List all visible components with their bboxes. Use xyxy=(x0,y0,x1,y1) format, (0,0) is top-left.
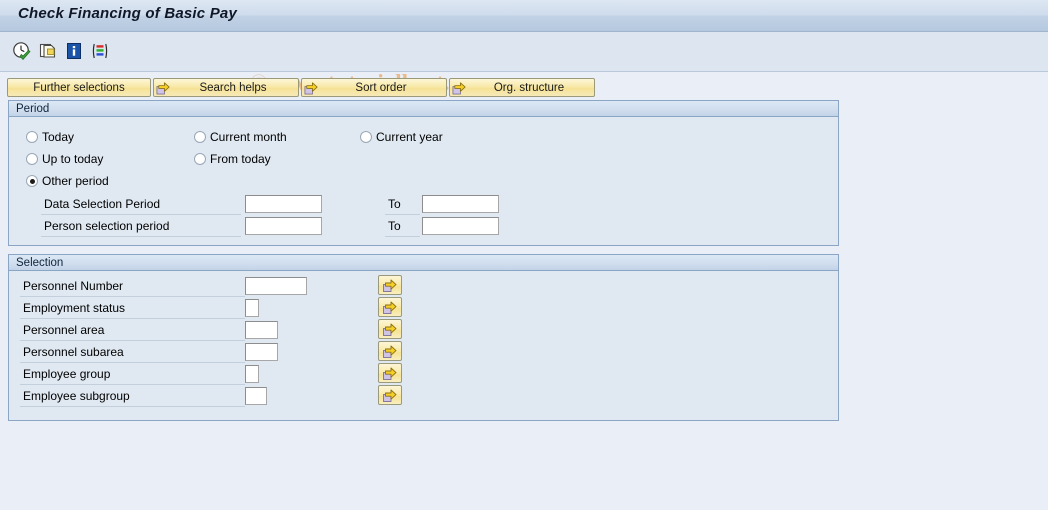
info-icon[interactable] xyxy=(64,41,84,61)
employee-group-input[interactable] xyxy=(245,365,259,383)
radio-current-month[interactable]: Current month xyxy=(194,130,287,144)
selection-toolbar-buttons: Further selections Search helps Sort ord… xyxy=(7,78,595,97)
radio-from-today-label: From today xyxy=(210,152,271,166)
personnel-area-label: Personnel area xyxy=(23,323,105,337)
person-selection-period-underline xyxy=(41,236,241,237)
radio-up-to-today[interactable]: Up to today xyxy=(26,152,103,166)
person-selection-period-label: Person selection period xyxy=(44,219,170,233)
yellow-arrow-icon xyxy=(383,345,397,358)
radio-today[interactable]: Today xyxy=(26,130,74,144)
data-selection-period-underline xyxy=(41,214,241,215)
personnel-number-input[interactable] xyxy=(245,277,307,295)
execute-clock-icon[interactable] xyxy=(12,41,32,61)
data-selection-period-to-input[interactable] xyxy=(422,195,499,213)
employee-subgroup-underline xyxy=(20,406,245,407)
to-underline-2 xyxy=(385,236,420,237)
yellow-arrow-icon xyxy=(383,279,397,292)
window-title-bar: Check Financing of Basic Pay xyxy=(0,0,1048,32)
further-selections-label: Further selections xyxy=(33,81,125,94)
sap-selection-screen: Check Financing of Basic Pay Further sel… xyxy=(0,0,1048,510)
application-toolbar: © www.tutorialkart.com xyxy=(0,32,1048,95)
person-selection-period-from-input[interactable] xyxy=(245,217,322,235)
multiple-selection-icon[interactable] xyxy=(90,41,110,61)
personnel-number-multi-select-button[interactable] xyxy=(378,275,402,295)
person-selection-period-to-label: To xyxy=(388,219,401,233)
period-group-box: Period Today Current month Current year … xyxy=(8,100,839,246)
yellow-arrow-icon xyxy=(383,389,397,402)
org-structure-button[interactable]: Org. structure xyxy=(449,78,595,97)
radio-current-year[interactable]: Current year xyxy=(360,130,443,144)
personnel-subarea-label: Personnel subarea xyxy=(23,345,124,359)
radio-current-year-control[interactable] xyxy=(360,131,372,143)
sort-order-label: Sort order xyxy=(355,81,407,94)
employee-group-label: Employee group xyxy=(23,367,111,381)
radio-current-year-label: Current year xyxy=(376,130,443,144)
yellow-arrow-icon xyxy=(383,301,397,314)
radio-current-month-control[interactable] xyxy=(194,131,206,143)
employee-subgroup-input[interactable] xyxy=(245,387,267,405)
yellow-arrow-icon xyxy=(156,82,170,95)
yellow-arrow-icon xyxy=(452,82,466,95)
yellow-arrow-icon xyxy=(304,82,318,95)
radio-current-month-label: Current month xyxy=(210,130,287,144)
selection-group-box: Selection Personnel Number Employment st… xyxy=(8,254,839,421)
employment-status-label: Employment status xyxy=(23,301,126,315)
yellow-arrow-icon xyxy=(383,367,397,380)
selection-group-header: Selection xyxy=(9,255,838,271)
radio-other-period[interactable]: Other period xyxy=(26,174,109,188)
personnel-area-underline xyxy=(20,340,245,341)
search-helps-button[interactable]: Search helps xyxy=(153,78,299,97)
employee-subgroup-label: Employee subgroup xyxy=(23,389,130,403)
employee-group-multi-select-button[interactable] xyxy=(378,363,402,383)
radio-from-today[interactable]: From today xyxy=(194,152,271,166)
personnel-subarea-underline xyxy=(20,362,245,363)
search-helps-label: Search helps xyxy=(199,81,267,94)
yellow-arrow-icon xyxy=(383,323,397,336)
data-selection-period-label: Data Selection Period xyxy=(44,197,161,211)
employment-status-input[interactable] xyxy=(245,299,259,317)
radio-up-to-today-label: Up to today xyxy=(42,152,104,166)
personnel-number-label: Personnel Number xyxy=(23,279,124,293)
person-selection-period-to-input[interactable] xyxy=(422,217,499,235)
copy-variant-icon[interactable] xyxy=(38,41,58,61)
further-selections-button[interactable]: Further selections xyxy=(7,78,151,97)
period-group-header: Period xyxy=(9,101,838,117)
employee-group-underline xyxy=(20,384,245,385)
data-selection-period-from-input[interactable] xyxy=(245,195,322,213)
personnel-subarea-input[interactable] xyxy=(245,343,278,361)
org-structure-label: Org. structure xyxy=(493,81,565,94)
radio-up-to-today-control[interactable] xyxy=(26,153,38,165)
radio-other-period-control[interactable] xyxy=(26,175,38,187)
employment-status-multi-select-button[interactable] xyxy=(378,297,402,317)
personnel-number-underline xyxy=(20,296,245,297)
sort-order-button[interactable]: Sort order xyxy=(301,78,447,97)
radio-today-control[interactable] xyxy=(26,131,38,143)
personnel-subarea-multi-select-button[interactable] xyxy=(378,341,402,361)
employee-subgroup-multi-select-button[interactable] xyxy=(378,385,402,405)
radio-other-period-label: Other period xyxy=(42,174,109,188)
employment-status-underline xyxy=(20,318,245,319)
page-title: Check Financing of Basic Pay xyxy=(18,5,237,22)
radio-today-label: Today xyxy=(42,130,75,144)
radio-from-today-control[interactable] xyxy=(194,153,206,165)
toolbar-icon-group xyxy=(12,41,110,61)
data-selection-period-to-label: To xyxy=(388,197,401,211)
personnel-area-input[interactable] xyxy=(245,321,278,339)
to-underline-1 xyxy=(385,214,420,215)
personnel-area-multi-select-button[interactable] xyxy=(378,319,402,339)
